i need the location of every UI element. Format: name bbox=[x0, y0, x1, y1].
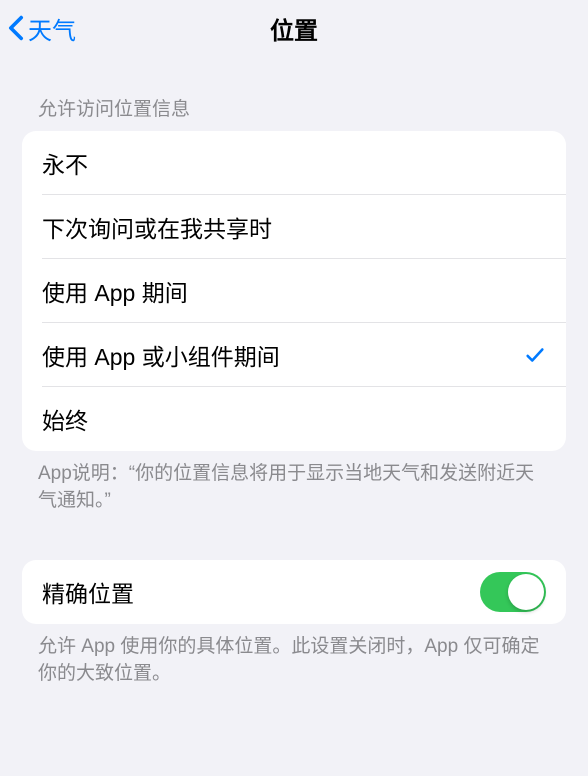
option-always[interactable]: 始终 bbox=[22, 387, 566, 451]
location-access-footer: App说明：“你的位置信息将用于显示当地天气和发送附近天气通知。” bbox=[22, 451, 566, 514]
option-label: 使用 App 期间 bbox=[42, 274, 188, 308]
back-button[interactable]: 天气 bbox=[8, 11, 76, 46]
option-label: 始终 bbox=[42, 402, 88, 436]
option-while-using-app[interactable]: 使用 App 期间 bbox=[22, 259, 566, 323]
precise-location-toggle[interactable] bbox=[480, 572, 546, 612]
content: 允许访问位置信息 永不 下次询问或在我共享时 使用 App 期间 使用 App … bbox=[0, 56, 588, 687]
location-access-group: 永不 下次询问或在我共享时 使用 App 期间 使用 App 或小组件期间 始终 bbox=[22, 131, 566, 451]
toggle-knob bbox=[508, 574, 544, 610]
navigation-bar: 天气 位置 bbox=[0, 0, 588, 56]
option-label: 使用 App 或小组件期间 bbox=[42, 338, 280, 372]
page-title: 位置 bbox=[270, 11, 318, 46]
precise-location-label: 精确位置 bbox=[42, 575, 134, 609]
checkmark-icon bbox=[524, 344, 546, 366]
option-while-using-app-or-widgets[interactable]: 使用 App 或小组件期间 bbox=[22, 323, 566, 387]
precise-location-footer: 允许 App 使用你的具体位置。此设置关闭时，App 仅可确定你的大致位置。 bbox=[22, 624, 566, 687]
option-ask-next-time[interactable]: 下次询问或在我共享时 bbox=[22, 195, 566, 259]
option-label: 下次询问或在我共享时 bbox=[42, 210, 272, 244]
location-access-header: 允许访问位置信息 bbox=[22, 56, 566, 131]
option-never[interactable]: 永不 bbox=[22, 131, 566, 195]
precise-location-group: 精确位置 bbox=[22, 560, 566, 624]
option-label: 永不 bbox=[42, 146, 88, 180]
precise-location-row: 精确位置 bbox=[22, 560, 566, 624]
back-chevron-icon bbox=[8, 15, 24, 41]
back-label: 天气 bbox=[28, 11, 76, 46]
